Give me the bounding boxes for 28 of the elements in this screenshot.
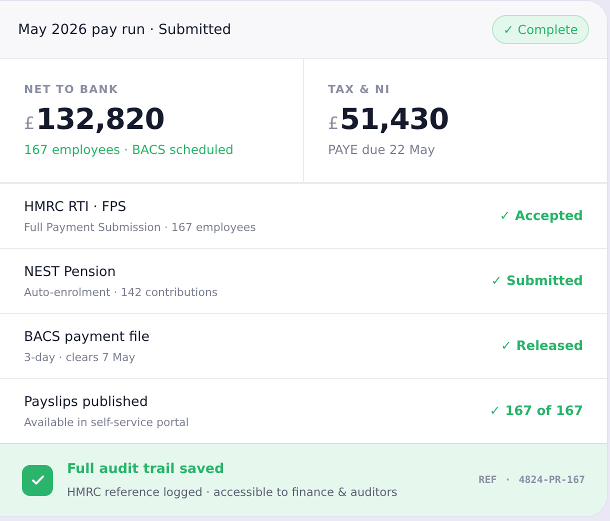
status-label: ✓ Released <box>500 338 583 354</box>
currency-symbol: £ <box>24 114 35 134</box>
banner-subtitle: HMRC reference logged · accessible to finance & auditors <box>67 485 398 499</box>
row-title: HMRC RTI · FPS <box>24 198 128 214</box>
row-subtitle: Full Payment Submission · 167 employees <box>24 220 256 234</box>
status-label: ✓ 167 of 167 <box>490 404 583 418</box>
stat-note: 167 employees · BACS scheduled <box>24 142 234 157</box>
row-subtitle: Available in self-service portal <box>24 416 189 428</box>
check-icon <box>30 474 44 486</box>
stat-note: PAYE due 22 May <box>328 142 436 157</box>
stat-label: NET TO BANK <box>24 83 120 96</box>
row-title: BACS payment file <box>24 328 150 344</box>
row-subtitle: Auto-enrolment · 142 contributions <box>24 286 218 298</box>
currency-symbol: £ <box>328 114 339 134</box>
amount: 51,430 <box>340 102 449 136</box>
ref-label: REF <box>478 474 497 486</box>
status-badge: ✓ Complete <box>492 15 589 44</box>
ref-value: 4824-PR-167 <box>518 474 585 486</box>
row-subtitle: 3-day · clears 7 May <box>24 350 136 364</box>
row-title: Payslips published <box>24 394 149 410</box>
amount: 132,820 <box>36 102 164 136</box>
status-label: ✓ Submitted <box>491 274 583 288</box>
card-title: May 2026 pay run · Submitted <box>18 22 232 38</box>
status-label: ✓ Accepted <box>500 208 583 224</box>
stat-label: TAX & NI <box>328 83 392 96</box>
ref-separator: · <box>504 474 511 486</box>
banner-title: Full audit trail saved <box>67 461 226 477</box>
row-title: NEST Pension <box>24 264 117 280</box>
